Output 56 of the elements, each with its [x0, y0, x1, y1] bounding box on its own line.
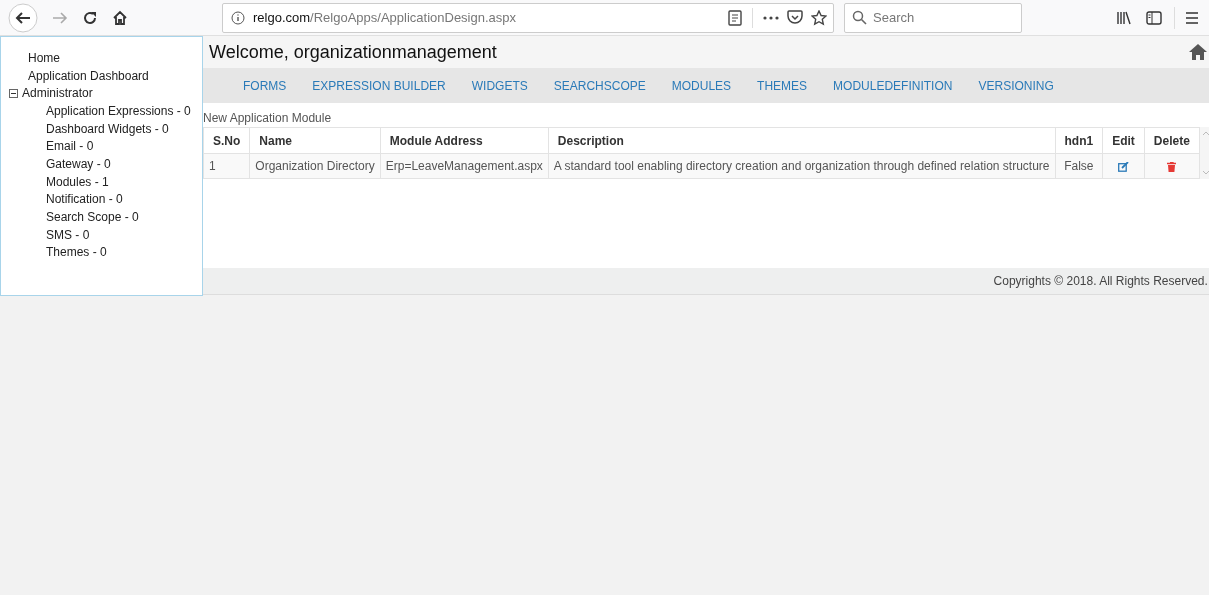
search-icon — [852, 10, 867, 25]
reader-view-icon[interactable] — [728, 9, 742, 26]
pocket-icon[interactable] — [787, 10, 803, 25]
tree-item[interactable]: Email - 0 — [46, 137, 94, 156]
info-icon[interactable] — [231, 10, 245, 25]
scrollbar[interactable] — [1199, 127, 1209, 179]
column-header: Delete — [1144, 127, 1200, 154]
collapse-toggle-icon[interactable] — [9, 88, 18, 98]
star-icon[interactable] — [811, 9, 827, 26]
tree-item[interactable]: Administrator — [22, 84, 93, 103]
nav-link[interactable]: MODULEDEFINITION — [833, 76, 953, 95]
column-header: Name — [249, 127, 381, 154]
delete-icon[interactable] — [1167, 161, 1177, 172]
nav-link[interactable]: THEMES — [757, 76, 808, 95]
more-icon[interactable] — [763, 15, 779, 20]
nav-link[interactable]: SEARCHSCOPE — [553, 76, 646, 95]
edit-icon[interactable] — [1118, 161, 1129, 172]
tree-item[interactable]: Dashboard Widgets - 0 — [46, 119, 169, 138]
address-bar[interactable]: relgo.com/RelgoApps/ApplicationDesign.aspx — [222, 2, 834, 33]
library-icon[interactable] — [1116, 10, 1132, 25]
column-header: Module Address — [380, 127, 549, 154]
tree-item[interactable]: Application Dashboard — [28, 66, 149, 85]
tree-item[interactable]: Home — [28, 48, 60, 67]
search-field[interactable]: Search — [844, 2, 1022, 33]
table-cell: Erp=LeaveManagement.aspx — [380, 153, 549, 179]
tree-item[interactable]: Themes - 0 — [46, 243, 107, 262]
back-icon[interactable] — [8, 2, 38, 33]
table-cell: False — [1055, 153, 1103, 179]
column-header: Description — [548, 127, 1055, 154]
reload-icon[interactable] — [82, 9, 98, 26]
tree-item[interactable]: Application Expressions - 0 — [46, 101, 191, 120]
nav-link[interactable]: EXPRESSION BUILDER — [312, 76, 446, 95]
nav-link[interactable]: MODULES — [671, 76, 732, 95]
nav-link[interactable]: WIDGETS — [471, 76, 528, 95]
menu-icon[interactable] — [1185, 11, 1199, 24]
sidebar-icon[interactable] — [1146, 10, 1162, 25]
url-text: relgo.com/RelgoApps/ApplicationDesign.aspx — [253, 8, 517, 27]
copyright-text: Copyrights © 2018. All Rights Reserved. — [993, 273, 1208, 290]
page-title: Welcome, organizationmanagement — [209, 40, 497, 64]
nav-link[interactable]: VERSIONING — [978, 76, 1054, 95]
search-input: Search — [873, 7, 1013, 28]
tree-item[interactable]: Modules - 1 — [46, 172, 109, 191]
table-cell: A standard tool enabling directory creation and organization through defined relation structure — [548, 153, 1055, 179]
tree-item[interactable]: Gateway - 0 — [46, 154, 111, 173]
tree-item[interactable]: Notification - 0 — [46, 190, 123, 209]
column-header: S.No — [203, 127, 250, 154]
home-icon[interactable] — [1187, 43, 1208, 61]
table-cell: 1 — [203, 153, 250, 179]
column-header: hdn1 — [1055, 127, 1103, 154]
column-header: Edit — [1102, 127, 1145, 154]
home-icon[interactable] — [112, 9, 128, 26]
nav-link[interactable]: FORMS — [243, 76, 287, 95]
tree-item[interactable]: SMS - 0 — [46, 225, 90, 244]
tree-item[interactable]: Search Scope - 0 — [46, 208, 139, 227]
new-module-link[interactable]: New Application Module — [203, 111, 332, 125]
table-cell: Organization Directory — [249, 153, 381, 179]
